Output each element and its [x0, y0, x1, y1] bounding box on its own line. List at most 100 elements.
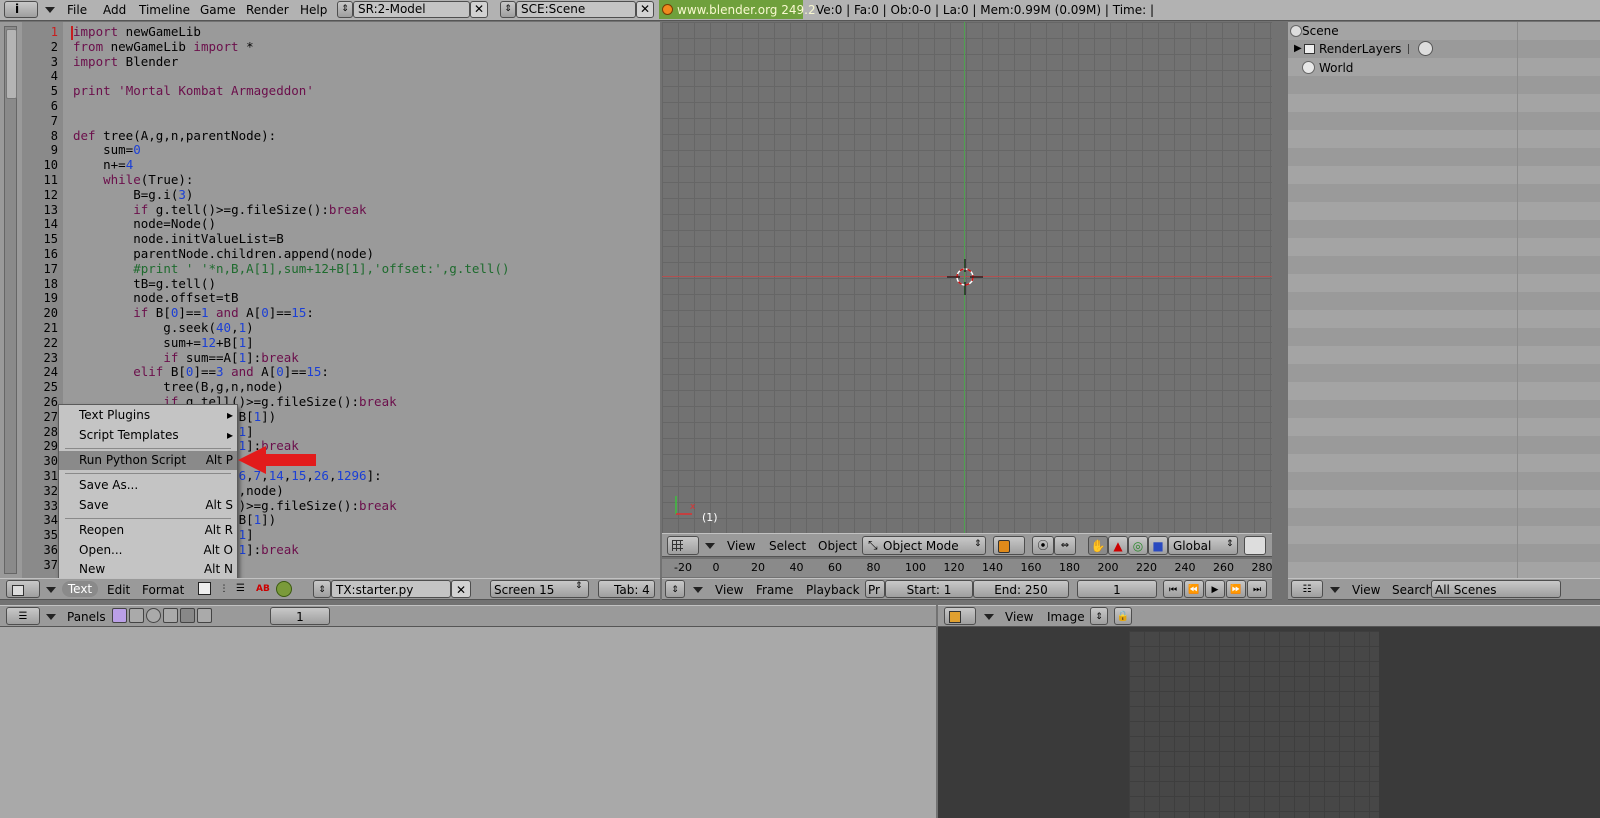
- delete-scene-button[interactable]: ✕: [636, 1, 654, 18]
- code-line[interactable]: tB=g.tell(): [73, 276, 216, 292]
- code-line[interactable]: while(True):: [73, 172, 193, 188]
- code-line[interactable]: B=g.i(3): [73, 187, 193, 203]
- current-frame-field[interactable]: 1: [1077, 580, 1157, 598]
- render-result-icon[interactable]: [1418, 41, 1433, 56]
- collapse-menus-icon[interactable]: [46, 614, 56, 620]
- menu-item-save-as[interactable]: Save As...: [59, 476, 237, 495]
- object-context-icon[interactable]: [163, 608, 178, 623]
- preview-range-toggle[interactable]: Pr: [865, 580, 885, 598]
- code-line[interactable]: from newGameLib import *: [73, 39, 254, 55]
- translate-manipulator-icon[interactable]: ▲: [1108, 536, 1128, 555]
- website-banner[interactable]: www.blender.org 249.2: [659, 0, 816, 19]
- rotate-manipulator-icon[interactable]: ◎: [1128, 536, 1148, 555]
- menu-item-save[interactable]: Save Alt S: [59, 496, 237, 515]
- python-plugins-icon[interactable]: [276, 581, 292, 597]
- screen-name-field[interactable]: SR:2-Model: [353, 1, 470, 18]
- code-line[interactable]: node.initValueList=B: [73, 231, 284, 247]
- screen-browse-button[interactable]: ⇕: [337, 1, 353, 18]
- collapse-menus-icon[interactable]: [46, 587, 56, 593]
- panels-label[interactable]: Panels: [67, 608, 106, 626]
- jump-end-button[interactable]: ⏭: [1247, 580, 1267, 598]
- code-line[interactable]: tree(B,g,n,node): [73, 379, 283, 395]
- lock-icon[interactable]: 🔒: [1114, 607, 1132, 625]
- menu-view[interactable]: View: [727, 537, 755, 555]
- syntax-highlight-toggle-icon[interactable]: AB: [256, 581, 272, 597]
- menu-item-run-python-script[interactable]: Run Python Script Alt P: [59, 451, 237, 470]
- mode-select[interactable]: Object Mode: [862, 536, 986, 555]
- image-browse-button[interactable]: ⇕: [1090, 607, 1108, 625]
- scene-name-field[interactable]: SCE:Scene: [516, 1, 636, 18]
- code-line[interactable]: node=Node(): [73, 217, 216, 232]
- menu-text[interactable]: Text: [62, 581, 98, 597]
- menu-item-script-templates[interactable]: Script Templates ▸: [59, 426, 237, 445]
- tab-width-field[interactable]: Tab: 4: [598, 580, 655, 598]
- word-wrap-toggle-icon[interactable]: ☰: [236, 581, 254, 597]
- next-keyframe-button[interactable]: ⏩: [1226, 580, 1246, 598]
- timeline-type-button[interactable]: ⇕: [665, 580, 685, 598]
- script-context-icon[interactable]: [129, 608, 144, 623]
- menu-timeline[interactable]: Timeline: [139, 1, 190, 19]
- draw-type-select[interactable]: [993, 536, 1025, 555]
- code-line[interactable]: print 'Mortal Kombat Armageddon': [73, 83, 314, 99]
- code-line[interactable]: if sum==A[1]:break: [73, 350, 299, 366]
- scene-browse-button[interactable]: ⇕: [500, 1, 516, 18]
- menu-item-new[interactable]: New Alt N: [59, 560, 237, 579]
- hand-manipulator-icon[interactable]: ✋: [1088, 536, 1108, 555]
- menu-render[interactable]: Render: [246, 1, 289, 19]
- menu-playback[interactable]: Playback: [806, 581, 860, 599]
- code-line[interactable]: n+=4: [73, 157, 133, 173]
- code-line[interactable]: import Blender: [73, 54, 178, 70]
- collapse-menus-icon[interactable]: [705, 543, 715, 549]
- scale-manipulator-icon[interactable]: ■: [1148, 536, 1168, 555]
- start-frame-field[interactable]: Start: 1: [885, 580, 973, 598]
- image-editor-type-button[interactable]: [944, 607, 976, 625]
- play-button[interactable]: ▶: [1205, 580, 1225, 598]
- menu-view[interactable]: View: [1005, 608, 1033, 626]
- text-browse-button[interactable]: ⇕: [313, 580, 331, 598]
- delete-screen-button[interactable]: ✕: [470, 1, 488, 18]
- viewport-type-button[interactable]: [667, 536, 699, 555]
- menu-view[interactable]: View: [715, 581, 743, 599]
- code-line[interactable]: g.seek(40,1): [73, 320, 253, 336]
- pivot-select[interactable]: ⦿: [1032, 536, 1054, 555]
- image-editor-canvas[interactable]: [938, 627, 1600, 818]
- menu-object[interactable]: Object: [818, 537, 857, 555]
- 3d-viewport[interactable]: x (1): [662, 22, 1272, 533]
- outliner[interactable]: Scene ▶ RenderLayers World: [1288, 22, 1600, 578]
- editing-context-icon[interactable]: [180, 608, 195, 623]
- outliner-type-button[interactable]: ☷: [1291, 580, 1323, 598]
- code-line[interactable]: node.offset=tB: [73, 291, 238, 306]
- menu-item-text-plugins[interactable]: Text Plugins ▸: [59, 406, 237, 425]
- line-numbers-toggle-icon[interactable]: ⋮: [216, 581, 232, 597]
- menu-add[interactable]: Add: [103, 1, 126, 19]
- jump-start-button[interactable]: ⏮: [1163, 580, 1183, 598]
- menu-help[interactable]: Help: [300, 1, 327, 19]
- menu-file[interactable]: File: [67, 1, 87, 19]
- unlink-text-button[interactable]: ✕: [451, 580, 471, 598]
- code-line[interactable]: import newGameLib: [73, 24, 201, 40]
- code-line[interactable]: def tree(A,g,n,parentNode):: [73, 128, 276, 144]
- code-line[interactable]: if g.tell()>=g.fileSize():break: [73, 202, 366, 218]
- display-filter-select[interactable]: All Scenes: [1431, 580, 1561, 598]
- code-line[interactable]: elif B[0]==3 and A[0]==15:: [73, 364, 329, 380]
- panel-number-field[interactable]: 1: [270, 607, 330, 625]
- menu-view[interactable]: View: [1352, 581, 1380, 599]
- menu-frame[interactable]: Frame: [756, 581, 793, 599]
- buttons-window[interactable]: [0, 627, 936, 818]
- fullscreen-toggle-icon[interactable]: [198, 582, 211, 595]
- menu-item-open[interactable]: Open... Alt O: [59, 541, 237, 560]
- menu-item-reopen[interactable]: Reopen Alt R: [59, 521, 237, 540]
- collapse-menus-icon[interactable]: [693, 587, 703, 593]
- menu-select[interactable]: Select: [769, 537, 806, 555]
- editor-type-button[interactable]: [6, 580, 40, 598]
- end-frame-field[interactable]: End: 250: [973, 580, 1069, 598]
- code-line[interactable]: #print ' '*n,B,A[1],sum+12+B[1],'offset:…: [73, 261, 509, 277]
- code-line[interactable]: sum=0: [73, 142, 141, 158]
- menu-image[interactable]: Image: [1047, 608, 1085, 626]
- menu-edit[interactable]: Edit: [107, 581, 130, 599]
- shading-context-icon[interactable]: [146, 608, 161, 623]
- layers-button[interactable]: [1244, 536, 1266, 555]
- buttons-type-button[interactable]: ☰: [6, 607, 40, 625]
- outliner-item-renderlayers[interactable]: ▶ RenderLayers: [1294, 40, 1444, 58]
- scene-context-icon[interactable]: [197, 608, 212, 623]
